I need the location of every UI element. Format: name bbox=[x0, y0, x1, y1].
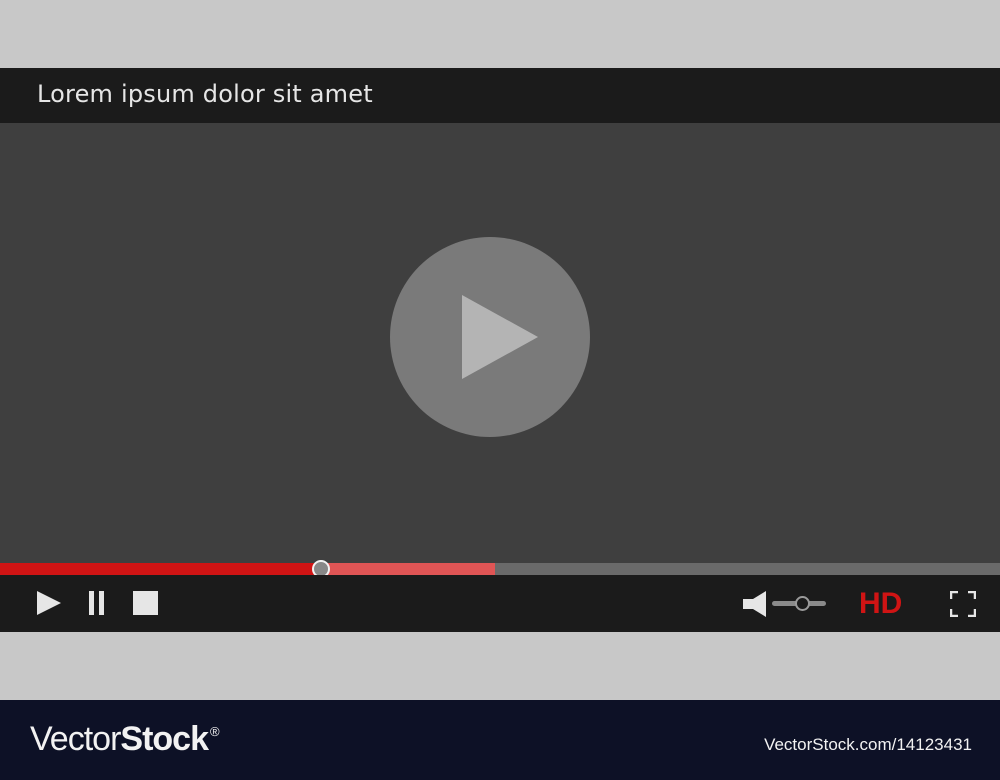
big-play-button[interactable] bbox=[390, 237, 590, 437]
image-id: VectorStock.com/14123431 bbox=[764, 735, 972, 754]
video-player: Lorem ipsum dolor sit amet HD bbox=[0, 68, 1000, 632]
stop-button[interactable] bbox=[133, 590, 159, 616]
title-bar: Lorem ipsum dolor sit amet bbox=[0, 68, 1000, 123]
watermark-footer: VectorStock ® VectorStock.com/14123431 bbox=[0, 700, 1000, 780]
pause-button[interactable] bbox=[89, 590, 105, 616]
fullscreen-button[interactable] bbox=[950, 591, 976, 617]
progress-bar[interactable] bbox=[0, 560, 1000, 578]
volume-handle[interactable] bbox=[794, 596, 810, 611]
fullscreen-icon bbox=[950, 591, 976, 617]
vectorstock-logo: VectorStock ® bbox=[30, 720, 220, 758]
hd-quality-button[interactable]: HD bbox=[859, 587, 902, 621]
stop-icon bbox=[133, 591, 158, 615]
video-viewport[interactable] bbox=[0, 123, 1000, 563]
play-button[interactable] bbox=[36, 590, 62, 616]
played-bar bbox=[0, 563, 321, 575]
control-bar: HD bbox=[0, 575, 1000, 632]
pause-icon bbox=[89, 591, 104, 615]
volume-button[interactable] bbox=[743, 591, 769, 617]
video-title: Lorem ipsum dolor sit amet bbox=[37, 80, 373, 108]
speaker-icon bbox=[743, 591, 766, 617]
play-icon bbox=[462, 295, 538, 379]
play-icon bbox=[37, 591, 61, 615]
